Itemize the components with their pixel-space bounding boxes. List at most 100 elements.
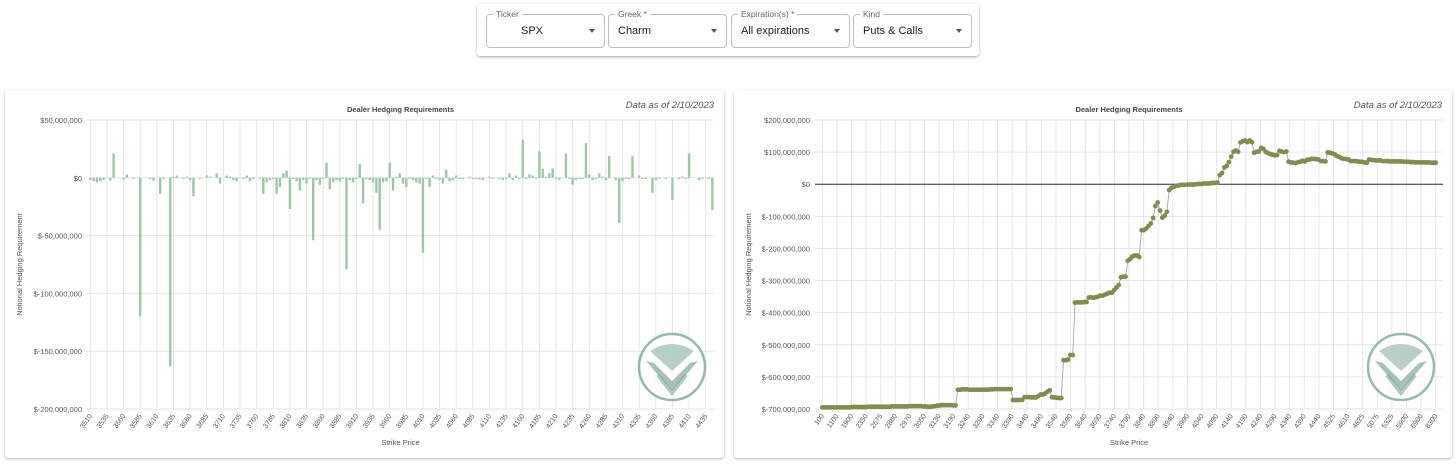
x-tick-label: 2880	[884, 413, 899, 430]
bar	[564, 153, 568, 178]
bar	[637, 175, 641, 178]
bar	[152, 177, 155, 181]
bar	[132, 177, 135, 179]
bar	[198, 177, 202, 179]
bar	[448, 177, 451, 182]
bar	[245, 175, 248, 178]
bar	[461, 177, 465, 179]
bar	[514, 175, 518, 178]
bar	[208, 176, 212, 178]
x-tick-label: 3640	[1074, 413, 1089, 430]
bar	[701, 177, 704, 179]
kind-select[interactable]: Kind Puts & Calls	[853, 8, 972, 48]
bar	[534, 177, 538, 179]
bar	[302, 177, 305, 181]
ticker-select[interactable]: Ticker SPX	[486, 8, 605, 48]
bar	[478, 177, 481, 180]
x-tick-label: 3935	[362, 413, 377, 430]
expiration-select[interactable]: Expiration(s) * All expirations	[731, 8, 850, 48]
x-tick-label: 4235	[562, 413, 577, 430]
x-tick-label: 4090	[1206, 413, 1221, 430]
data-point	[1226, 159, 1232, 165]
bar	[544, 176, 548, 178]
chevron-down-icon	[834, 29, 840, 33]
bar	[598, 173, 601, 178]
data-point	[1323, 159, 1328, 164]
x-tick-label: 4385	[661, 413, 676, 430]
bar	[122, 177, 125, 180]
bar	[488, 176, 491, 178]
x-tick-label: 3960	[379, 413, 394, 430]
data-point	[1164, 209, 1170, 215]
x-tick-label: 3540	[1045, 413, 1060, 430]
data-point	[1148, 220, 1154, 226]
x-tick-label: 3590	[1060, 413, 1075, 430]
bar	[574, 177, 578, 181]
y-tick-label: $-150,000,000	[34, 347, 82, 356]
bar	[524, 177, 528, 179]
bar	[242, 177, 245, 179]
bar	[225, 175, 228, 178]
bar	[308, 177, 312, 179]
y-tick-label: $-100,000,000	[34, 289, 82, 298]
bar	[89, 177, 92, 181]
bar	[481, 177, 485, 181]
bar	[328, 177, 332, 190]
x-tick-label: 4035	[429, 413, 444, 430]
x-tick-label: 3890	[1147, 413, 1162, 430]
bar	[355, 177, 358, 179]
bar	[578, 177, 581, 179]
x-tick-label: 4160	[512, 413, 527, 430]
data-point	[1150, 215, 1156, 221]
bar	[511, 177, 514, 181]
x-tick-label: 6900	[1410, 413, 1425, 430]
x-tick-label: 4290	[1264, 413, 1279, 430]
x-tick-label: 3440	[1016, 413, 1031, 430]
bar	[235, 177, 238, 182]
x-tick-label: 3840	[1133, 413, 1148, 430]
data-point	[1065, 357, 1071, 362]
bar	[232, 177, 235, 181]
x-tick-label: 3510	[79, 413, 94, 430]
bar	[541, 168, 544, 178]
chevron-down-icon	[589, 29, 595, 33]
x-tick-label: 4190	[1235, 413, 1250, 430]
bar	[657, 177, 661, 179]
x-tick-label: 3990	[1176, 413, 1191, 430]
bar	[262, 177, 265, 194]
bar	[321, 177, 325, 179]
x-tick-label: 4335	[628, 413, 643, 430]
bar	[627, 177, 631, 179]
greek-select[interactable]: Greek * Charm	[608, 8, 727, 48]
bar	[288, 177, 292, 210]
x-tick-label: 3130	[928, 413, 943, 430]
x-tick-label: 4060	[445, 413, 460, 430]
data-point	[1155, 200, 1161, 205]
bar	[125, 174, 129, 178]
watermark-logo	[1366, 332, 1436, 402]
bar	[361, 177, 365, 204]
x-tick-label: 3690	[1089, 413, 1104, 430]
bar	[651, 177, 654, 193]
bar	[391, 177, 395, 191]
bar	[335, 177, 338, 181]
bar	[275, 177, 278, 194]
x-tick-label: 4210	[545, 413, 560, 430]
bar	[381, 177, 385, 183]
x-tick-label: 100	[814, 413, 826, 427]
bar	[671, 177, 674, 200]
x-tick-label: 3240	[957, 413, 972, 430]
x-tick-label: 3660	[179, 413, 194, 430]
bar	[371, 177, 375, 183]
ticker-value: SPX	[521, 25, 544, 37]
bar	[508, 173, 511, 178]
x-tick-label: 4135	[495, 413, 510, 430]
y-tick-label: $-300,000,000	[762, 277, 810, 286]
x-tick-label: 4110	[479, 413, 493, 429]
data-point	[1070, 352, 1076, 358]
x-tick-label: 4040	[1191, 413, 1206, 430]
bar	[677, 177, 681, 179]
bar	[491, 177, 495, 179]
data-point	[1249, 139, 1255, 145]
bar	[405, 177, 408, 188]
